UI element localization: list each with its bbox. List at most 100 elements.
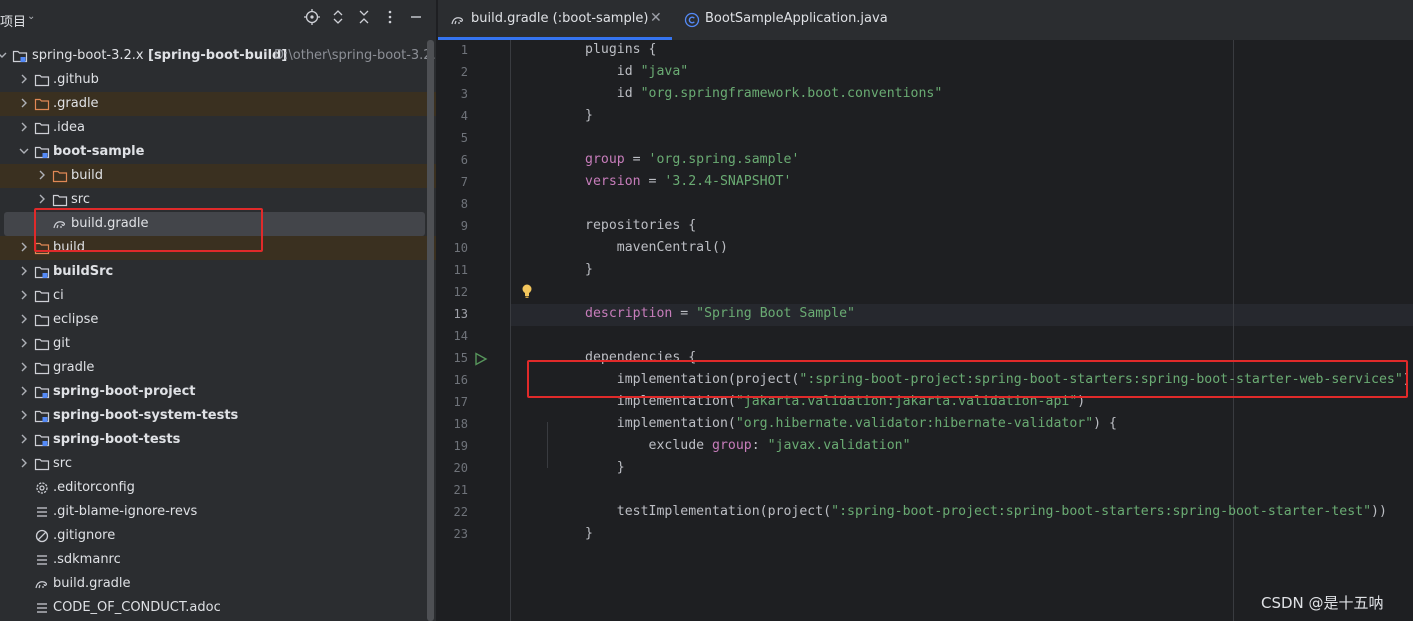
tree-item-label: buildSrc	[53, 264, 114, 279]
tree-item[interactable]: buildSrc	[0, 260, 426, 284]
tree-item[interactable]: build	[0, 164, 436, 188]
tree-item-label: .idea	[53, 120, 85, 135]
line-number[interactable]: 3	[438, 87, 468, 101]
line-number[interactable]: 4	[438, 109, 468, 123]
tree-item[interactable]: spring-boot-system-tests	[0, 404, 426, 428]
line-number[interactable]: 9	[438, 219, 468, 233]
tree-item[interactable]: src	[0, 452, 426, 476]
editor: build.gradle (:boot-sample) ✕ BootSample…	[438, 0, 1413, 621]
tree-item[interactable]: gradle	[0, 356, 426, 380]
annotation-box-dependency	[527, 360, 1408, 398]
line-number[interactable]: 22	[438, 505, 468, 519]
tree-item[interactable]: .sdkmanrc	[0, 548, 426, 572]
code-line: group = 'org.spring.sample'	[585, 152, 800, 167]
tree-item[interactable]: spring-boot-project	[0, 380, 426, 404]
collapse-all-icon[interactable]	[354, 9, 374, 29]
chevron-right-icon[interactable]	[18, 241, 30, 253]
chevron-right-icon[interactable]	[36, 169, 48, 181]
line-number[interactable]: 2	[438, 65, 468, 79]
line-number[interactable]: 17	[438, 395, 468, 409]
line-number-gutter[interactable]: 1 2 3 4 5 6 7 8 9 10 11 12 13 14 15 16 17 18 19 20 21 22 23	[438, 40, 510, 621]
module-folder-icon	[34, 408, 50, 424]
code-line: mavenCentral()	[585, 240, 728, 255]
tree-item-label: spring-boot-system-tests	[53, 408, 239, 423]
line-number[interactable]: 7	[438, 175, 468, 189]
tree-item-label: spring-boot-project	[53, 384, 196, 399]
chevron-down-icon[interactable]	[18, 145, 30, 157]
tree-item[interactable]: spring-boot-tests	[0, 428, 426, 452]
code-line: id "java"	[585, 64, 689, 79]
tree-item[interactable]: .gradle	[0, 92, 436, 116]
chevron-right-icon[interactable]	[18, 361, 30, 373]
tree-item-label: eclipse	[53, 312, 99, 327]
chevron-right-icon[interactable]	[18, 73, 30, 85]
tree-item[interactable]: git	[0, 332, 426, 356]
chevron-right-icon[interactable]	[18, 433, 30, 445]
line-number[interactable]: 11	[438, 263, 468, 277]
line-number[interactable]: 23	[438, 527, 468, 541]
minimize-icon[interactable]	[406, 9, 426, 29]
line-number[interactable]: 8	[438, 197, 468, 211]
tree-item-label: .gitignore	[53, 528, 116, 543]
panel-title[interactable]: 项目	[0, 11, 26, 30]
more-options-icon[interactable]	[380, 9, 400, 29]
project-panel-header: 项目 ⌄	[0, 0, 436, 38]
run-gutter-icon[interactable]	[474, 352, 488, 366]
tree-item[interactable]: spring-boot-3.2.x [spring-boot-build] D:\o…	[0, 44, 436, 68]
line-number[interactable]: 12	[438, 285, 468, 299]
line-number[interactable]: 6	[438, 153, 468, 167]
module-folder-icon	[34, 384, 50, 400]
tab-build-gradle[interactable]: build.gradle (:boot-sample) ✕	[438, 0, 672, 40]
module-folder-icon	[12, 48, 28, 64]
chevron-down-icon[interactable]: ⌄	[27, 11, 35, 22]
tree-item[interactable]: .github	[0, 68, 426, 92]
line-number[interactable]: 14	[438, 329, 468, 343]
tree-item[interactable]: build.gradle	[0, 572, 426, 596]
chevron-down-icon[interactable]	[0, 49, 8, 61]
chevron-right-icon[interactable]	[18, 337, 30, 349]
ignore-file-icon	[34, 528, 50, 544]
tree-item[interactable]: .git-blame-ignore-revs	[0, 500, 426, 524]
line-number[interactable]: 19	[438, 439, 468, 453]
line-number[interactable]: 1	[438, 43, 468, 57]
tree-item[interactable]: .editorconfig	[0, 476, 426, 500]
scrollbar[interactable]	[427, 40, 434, 621]
expand-all-icon[interactable]	[328, 9, 348, 29]
line-number[interactable]: 15	[438, 351, 468, 365]
line-number[interactable]: 16	[438, 373, 468, 387]
chevron-right-icon[interactable]	[18, 313, 30, 325]
tree-item[interactable]: ci	[0, 284, 426, 308]
line-number[interactable]: 20	[438, 461, 468, 475]
tree-item-label: .git-blame-ignore-revs	[53, 504, 198, 519]
chevron-right-icon[interactable]	[18, 385, 30, 397]
folder-icon	[34, 120, 50, 136]
excluded-folder-icon	[34, 96, 50, 112]
tab-boot-sample-application[interactable]: BootSampleApplication.java	[672, 0, 892, 40]
chevron-right-icon[interactable]	[18, 97, 30, 109]
tree-item[interactable]: boot-sample	[0, 140, 426, 164]
tree-item-label: .sdkmanrc	[53, 552, 121, 567]
close-icon[interactable]: ✕	[650, 10, 662, 26]
tree-item-label: spring-boot-3.2.x	[32, 48, 144, 63]
tree-item[interactable]: .gitignore	[0, 524, 426, 548]
text-file-icon	[34, 552, 50, 568]
chevron-right-icon[interactable]	[18, 265, 30, 277]
line-number[interactable]: 13	[438, 307, 468, 321]
line-number[interactable]: 18	[438, 417, 468, 431]
code-line: }	[585, 262, 593, 277]
chevron-right-icon[interactable]	[18, 121, 30, 133]
tree-item[interactable]: .idea	[0, 116, 426, 140]
project-panel: 项目 ⌄ spring-boot-3.2.x [spring-boot-build…	[0, 0, 436, 621]
tree-item-label: src	[71, 192, 90, 207]
chevron-right-icon[interactable]	[18, 457, 30, 469]
chevron-right-icon[interactable]	[36, 193, 48, 205]
line-number[interactable]: 10	[438, 241, 468, 255]
line-number[interactable]: 21	[438, 483, 468, 497]
code-editor[interactable]: plugins { id "java" id "org.springframew…	[510, 40, 1413, 621]
chevron-right-icon[interactable]	[18, 289, 30, 301]
chevron-right-icon[interactable]	[18, 409, 30, 421]
tree-item[interactable]: CODE_OF_CONDUCT.adoc	[0, 596, 426, 620]
line-number[interactable]: 5	[438, 131, 468, 145]
locate-icon[interactable]	[302, 9, 322, 29]
tree-item[interactable]: eclipse	[0, 308, 426, 332]
